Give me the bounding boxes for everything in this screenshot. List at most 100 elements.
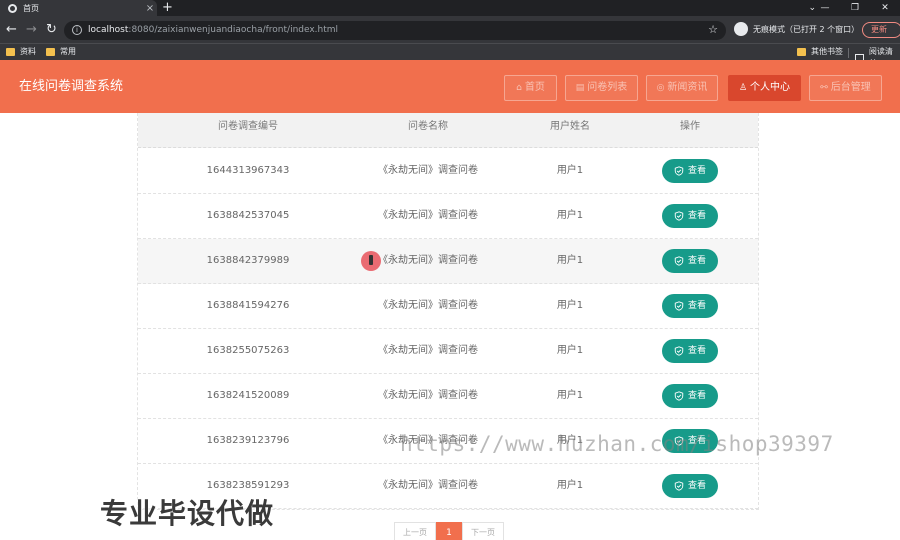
site-header: 在线问卷调查系统 ⌂ 首页 ▤ 问卷列表 ◎ 新闻资讯 ♙ 个人中心 ⚯ 后台管理 — [0, 60, 900, 113]
table-row: 1638255075263 《永劫无间》调查问卷 用户1 查看 — [138, 329, 758, 374]
table-header: 问卷调查编号 问卷名称 用户姓名 操作 — [138, 113, 758, 148]
shield-check-icon — [674, 346, 684, 356]
back-icon[interactable]: ← — [6, 22, 17, 37]
url-text[interactable]: localhost:8080/zaixianwenjuandiaocha/fro… — [88, 24, 338, 37]
nav-admin[interactable]: ⚯ 后台管理 — [809, 75, 882, 101]
survey-name: 《永劫无间》调查问卷 — [378, 210, 478, 221]
incognito-icon — [734, 22, 748, 36]
survey-id: 1644313967343 — [206, 165, 290, 176]
site-title: 在线问卷调查系统 — [19, 79, 124, 94]
view-button-label: 查看 — [687, 256, 706, 266]
pagination: 上一页 1 下一页 — [394, 522, 504, 540]
view-button[interactable]: 查看 — [662, 159, 718, 183]
list-icon: ▤ — [575, 83, 585, 93]
user-icon: ♙ — [738, 83, 748, 93]
other-bookmarks[interactable]: 其他书签 — [797, 46, 843, 58]
table-row: 1638841594276 《永劫无间》调查问卷 用户1 查看 — [138, 284, 758, 329]
mouse-cursor-highlight — [361, 251, 381, 271]
header-action: 操作 — [680, 121, 700, 132]
folder-icon — [6, 48, 15, 56]
survey-id: 1638255075263 — [206, 345, 290, 356]
home-icon: ⌂ — [516, 83, 522, 93]
table-row: 1638842537045 《永劫无间》调查问卷 用户1 查看 — [138, 194, 758, 239]
survey-id: 1638842537045 — [206, 210, 290, 221]
bookmark-star-icon[interactable]: ☆ — [708, 23, 718, 36]
view-button[interactable]: 查看 — [662, 339, 718, 363]
folder-icon — [797, 48, 806, 56]
forward-icon[interactable]: → — [26, 22, 37, 37]
user-name: 用户1 — [556, 480, 584, 491]
user-name: 用户1 — [556, 255, 584, 266]
browser-toolbar: ← → ↻ i localhost:8080/zaixianwenjuandia… — [0, 16, 900, 43]
shield-check-icon — [674, 256, 684, 266]
survey-name: 《永劫无间》调查问卷 — [378, 165, 478, 176]
nav-personal-center[interactable]: ♙ 个人中心 — [728, 75, 801, 101]
window-controls: — ❐ ✕ — [810, 0, 900, 16]
incognito-indicator[interactable]: 无痕模式（已打开 2 个窗口） — [734, 22, 859, 36]
survey-id: 1638841594276 — [206, 300, 290, 311]
view-button-label: 查看 — [687, 481, 706, 491]
survey-name: 《永劫无间》调查问卷 — [378, 255, 478, 266]
view-button[interactable]: 查看 — [662, 474, 718, 498]
close-window-icon[interactable]: ✕ — [870, 0, 900, 16]
table-row: 1644313967343 《永劫无间》调查问卷 用户1 查看 — [138, 149, 758, 194]
view-button[interactable]: 查看 — [662, 204, 718, 228]
table-row: 1638842379989 《永劫无间》调查问卷 用户1 查看 — [138, 239, 758, 284]
shield-check-icon — [674, 391, 684, 401]
current-page[interactable]: 1 — [436, 522, 462, 540]
view-button[interactable]: 查看 — [662, 249, 718, 273]
view-button-label: 查看 — [687, 346, 706, 356]
restore-icon[interactable]: ❐ — [840, 0, 870, 16]
survey-id: 1638238591293 — [206, 480, 290, 491]
news-icon: ◎ — [656, 83, 665, 93]
prev-page-button[interactable]: 上一页 — [394, 522, 436, 540]
close-tab-icon[interactable]: × — [143, 3, 157, 14]
user-name: 用户1 — [556, 165, 584, 176]
browser-tab[interactable]: 首页 × — [0, 0, 157, 16]
survey-id: 1638241520089 — [206, 390, 290, 401]
view-button-label: 查看 — [687, 211, 706, 221]
view-button-label: 查看 — [687, 391, 706, 401]
user-name: 用户1 — [556, 210, 584, 221]
minimize-icon[interactable]: — — [810, 0, 840, 16]
view-button[interactable]: 查看 — [662, 384, 718, 408]
address-bar[interactable]: i localhost:8080/zaixianwenjuandiaocha/f… — [64, 21, 726, 40]
table-row: 1638241520089 《永劫无间》调查问卷 用户1 查看 — [138, 374, 758, 419]
update-button[interactable]: 更新 — [862, 22, 900, 38]
survey-name: 《永劫无间》调查问卷 — [378, 300, 478, 311]
nav-home[interactable]: ⌂ 首页 — [504, 75, 557, 101]
globe-icon — [8, 3, 17, 13]
reload-icon[interactable]: ↻ — [46, 22, 57, 37]
nav-news[interactable]: ◎ 新闻资讯 — [646, 75, 718, 101]
browser-tabstrip: 首页 × + ⌄ — ❐ ✕ — [0, 0, 900, 16]
user-name: 用户1 — [556, 300, 584, 311]
header-survey-name: 问卷名称 — [408, 121, 448, 132]
bookmark-divider — [848, 48, 849, 58]
shield-check-icon — [674, 211, 684, 221]
survey-id: 1638842379989 — [206, 255, 290, 266]
folder-icon — [46, 48, 55, 56]
bookmarks-bar: 资料 常用 其他书签 阅读清单 — [0, 43, 900, 68]
view-button[interactable]: 查看 — [662, 294, 718, 318]
bookmark-folder[interactable]: 资料 — [6, 46, 36, 58]
link-icon: ⚯ — [820, 83, 828, 93]
promo-caption: 专业毕设代做 — [100, 497, 275, 530]
shield-check-icon — [674, 301, 684, 311]
bookmark-folder[interactable]: 常用 — [46, 46, 76, 58]
shield-check-icon — [674, 166, 684, 176]
new-tab-button[interactable]: + — [162, 0, 173, 16]
user-name: 用户1 — [556, 390, 584, 401]
site-info-icon[interactable]: i — [72, 25, 82, 35]
next-page-button[interactable]: 下一页 — [462, 522, 504, 540]
header-user-name: 用户姓名 — [550, 121, 590, 132]
view-button-label: 查看 — [687, 166, 706, 176]
shield-check-icon — [674, 481, 684, 491]
survey-id: 1638239123796 — [206, 435, 290, 446]
survey-name: 《永劫无间》调查问卷 — [378, 390, 478, 401]
header-survey-id: 问卷调查编号 — [218, 121, 278, 132]
tab-title: 首页 — [23, 3, 39, 13]
user-name: 用户1 — [556, 345, 584, 356]
survey-name: 《永劫无间》调查问卷 — [378, 480, 478, 491]
nav-survey-list[interactable]: ▤ 问卷列表 — [565, 75, 638, 101]
view-button-label: 查看 — [687, 301, 706, 311]
